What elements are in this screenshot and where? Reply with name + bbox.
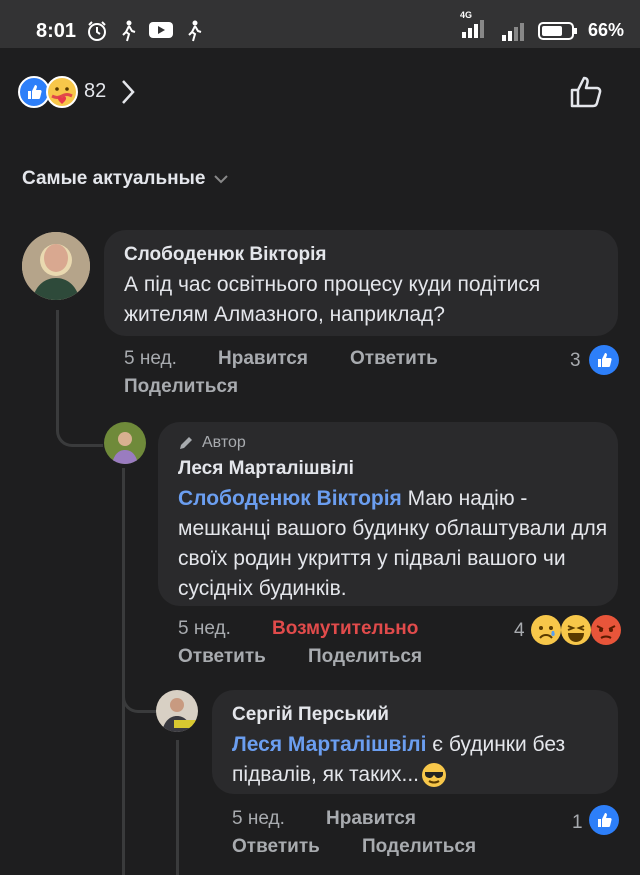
reactions-count: 82 — [84, 80, 107, 102]
sort-label: Самые актуальные — [22, 168, 206, 189]
sunglasses-emoji-icon — [422, 763, 447, 788]
care-reaction-icon — [46, 76, 78, 108]
share-link[interactable]: Поделиться — [362, 836, 476, 858]
network-type: 4G — [459, 10, 472, 20]
like-link[interactable]: Нравится — [326, 808, 416, 830]
avatar-photo — [22, 232, 90, 300]
author-badge: Автор — [178, 434, 246, 452]
comment-time: 5 нед. — [124, 348, 177, 369]
battery-level: 66% — [587, 20, 624, 40]
reply-link[interactable]: Ответить — [178, 646, 266, 668]
comment-time: 5 нед. — [232, 808, 285, 829]
status-time: 8:01 — [36, 20, 77, 42]
like-outline-icon[interactable] — [568, 74, 604, 110]
share-link[interactable]: Поделиться — [124, 376, 238, 398]
signal-icon — [501, 22, 524, 41]
chevron-right-icon — [122, 80, 135, 104]
comment-text: Леся Марталішвілі є будинки без підвалів… — [232, 730, 602, 790]
sort-dropdown[interactable]: Самые актуальные — [22, 168, 229, 190]
share-link[interactable]: Поделиться — [308, 646, 422, 668]
reaction-link[interactable]: Возмутительно — [272, 618, 418, 640]
author-badge-label: Автор — [202, 434, 246, 451]
thread-connector — [56, 400, 103, 447]
signal-icon — [461, 20, 484, 38]
haha-reaction-icon — [561, 615, 591, 645]
angry-reaction-icon — [591, 615, 621, 645]
status-right: 4G 66% — [460, 10, 624, 43]
thread-line — [176, 740, 179, 875]
mention-link[interactable]: Слободенюк Вікторія — [178, 487, 402, 510]
reactions-summary[interactable]: 82 — [18, 74, 138, 110]
chevron-down-icon — [214, 175, 229, 184]
avatar-photo — [104, 422, 146, 464]
battery-icon — [537, 21, 577, 40]
avatar[interactable] — [104, 422, 146, 464]
comment-bubble[interactable]: Слободенюк Вікторія А під час освітнього… — [104, 230, 618, 336]
sad-reaction-icon — [531, 615, 561, 645]
like-reaction-icon[interactable] — [588, 804, 620, 836]
avatar[interactable] — [22, 232, 90, 300]
alarm-icon — [88, 21, 106, 41]
avatar-photo — [156, 690, 198, 732]
thread-connector — [122, 666, 157, 713]
reaction-count: 3 — [570, 350, 581, 371]
walking-icon — [122, 20, 136, 42]
pencil-icon — [180, 437, 192, 449]
youtube-icon — [149, 22, 173, 38]
comment-text: А під час освітнього процесу куди подіти… — [124, 273, 541, 326]
reaction-count: 4 — [514, 620, 525, 641]
reaction-count: 1 — [572, 812, 583, 833]
comment-bubble[interactable]: Сергій Перський Леся Марталішвілі є буди… — [212, 690, 618, 794]
comment-author[interactable]: Слободенюк Вікторія — [124, 244, 327, 266]
comment-text: Слободенюк Вікторія Маю надію - мешканці… — [178, 484, 608, 604]
avatar[interactable] — [156, 690, 198, 732]
reply-link[interactable]: Ответить — [232, 836, 320, 858]
mention-link[interactable]: Леся Марталішвілі — [232, 733, 426, 756]
comment-bubble[interactable]: Автор Леся Марталішвілі Слободенюк Вікто… — [158, 422, 618, 606]
like-reaction-icon[interactable] — [588, 344, 620, 376]
walking-icon — [188, 20, 202, 42]
comment-time: 5 нед. — [178, 618, 231, 639]
reply-link[interactable]: Ответить — [350, 348, 438, 370]
reaction-icons[interactable] — [530, 614, 622, 646]
like-link[interactable]: Нравится — [218, 348, 308, 370]
comment-author[interactable]: Сергій Перський — [232, 704, 389, 726]
status-bar: 8:01 4G 66% — [0, 0, 640, 48]
comment-author[interactable]: Леся Марталішвілі — [178, 458, 354, 480]
